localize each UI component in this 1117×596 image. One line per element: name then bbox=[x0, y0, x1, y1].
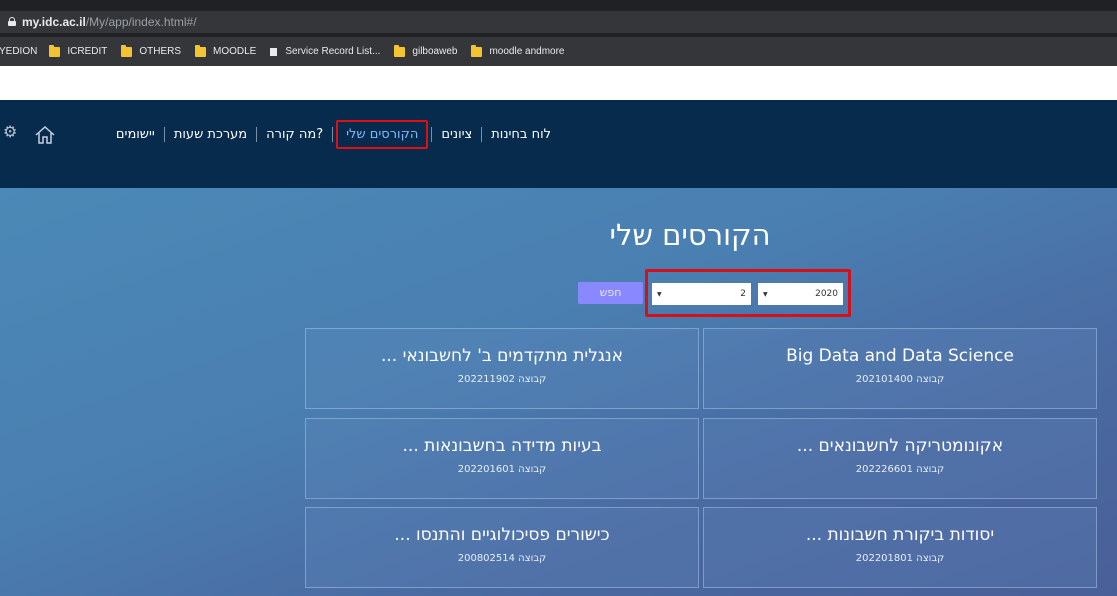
browser-tab-strip bbox=[0, 0, 1117, 8]
semester-value: 2 bbox=[740, 289, 746, 299]
course-card[interactable]: כישורים פסיכולוגיים והתנסו ... קבוצה 200… bbox=[305, 507, 699, 588]
browser-toolbar: my.idc.ac.il/My/app/index.html#/ bbox=[0, 8, 1117, 37]
chevron-down-icon: ▼ bbox=[763, 290, 768, 298]
course-card[interactable]: יסודות ביקורת חשבונות ... קבוצה 20220180… bbox=[703, 507, 1097, 588]
nav-separator bbox=[256, 126, 258, 142]
nav-grades[interactable]: ציונים bbox=[435, 123, 478, 146]
url-host: my.idc.ac.il bbox=[22, 15, 86, 29]
bookmark-label: MOODLE bbox=[213, 46, 257, 57]
folder-icon bbox=[49, 44, 61, 57]
nav-timetable[interactable]: מערכת שעות bbox=[168, 123, 253, 146]
course-name: יסודות ביקורת חשבונות ... bbox=[805, 525, 995, 545]
bookmark-moodle-andmore[interactable]: moodle andmore bbox=[471, 44, 565, 57]
bookmark-label: YEDION bbox=[0, 46, 38, 57]
bookmark-service-record[interactable]: Service Record List... bbox=[270, 46, 380, 57]
folder-icon bbox=[121, 44, 133, 57]
course-group: קבוצה 202226601 bbox=[855, 464, 945, 475]
bookmark-label: OTHERS bbox=[139, 46, 182, 57]
course-group: קבוצה 200802514 bbox=[457, 553, 547, 564]
course-card[interactable]: אקונומטריקה לחשבונאים ... קבוצה 20222660… bbox=[703, 418, 1097, 499]
lock-icon bbox=[8, 17, 16, 26]
url-path: /My/app/index.html#/ bbox=[85, 15, 197, 29]
nav-whats-up[interactable]: מה קורה? bbox=[260, 123, 329, 146]
nav-separator bbox=[163, 126, 165, 142]
folder-icon bbox=[394, 44, 406, 57]
bookmark-label: gilboaweb bbox=[412, 46, 458, 57]
course-card[interactable]: בעיות מדידה בחשבונאות ... קבוצה 20220160… bbox=[305, 418, 699, 499]
bookmark-others[interactable]: OTHERS bbox=[121, 44, 182, 57]
gear-icon[interactable]: ⚙ bbox=[3, 123, 19, 141]
bookmark-yedion[interactable]: YEDION bbox=[0, 46, 37, 57]
course-name: כישורים פסיכולוגיים והתנסו ... bbox=[394, 525, 610, 545]
page-icon bbox=[270, 47, 278, 56]
course-group: קבוצה 202101400 bbox=[855, 374, 945, 385]
page-title: הקורסים שלי bbox=[609, 218, 771, 252]
bookmark-gilboaweb[interactable]: gilboaweb bbox=[394, 44, 458, 57]
bookmark-label: Service Record List... bbox=[285, 46, 381, 57]
course-name: Big Data and Data Science bbox=[786, 346, 1014, 366]
bookmark-label: moodle andmore bbox=[489, 46, 565, 57]
course-name: אנגלית מתקדמים ב' לחשבונאי ... bbox=[380, 346, 624, 366]
year-select[interactable]: ▼ 2020 bbox=[758, 283, 843, 305]
course-group: קבוצה 202201801 bbox=[855, 553, 945, 564]
bookmark-label: ICREDIT bbox=[67, 46, 108, 57]
course-card[interactable]: Big Data and Data Science קבוצה 20210140… bbox=[703, 328, 1097, 409]
page-top-spacer bbox=[0, 66, 1117, 100]
nav-apps[interactable]: יישומים bbox=[110, 123, 161, 146]
nav-separator bbox=[332, 126, 334, 142]
bookmark-icredit[interactable]: ICREDIT bbox=[49, 44, 108, 57]
course-name: אקונומטריקה לחשבונאים ... bbox=[796, 436, 1004, 456]
course-group: קבוצה 202201601 bbox=[457, 464, 547, 475]
chevron-down-icon: ▼ bbox=[657, 290, 662, 298]
course-name: בעיות מדידה בחשבונאות ... bbox=[402, 436, 602, 456]
nav-exam-board[interactable]: לוח בחינות bbox=[485, 123, 557, 146]
course-card[interactable]: אנגלית מתקדמים ב' לחשבונאי ... קבוצה 202… bbox=[305, 328, 699, 409]
home-icon[interactable] bbox=[34, 125, 56, 145]
bookmark-moodle[interactable]: MOODLE bbox=[195, 44, 257, 57]
course-group: קבוצה 202211902 bbox=[457, 374, 547, 385]
folder-icon bbox=[195, 44, 207, 57]
search-button[interactable]: חפש bbox=[578, 282, 643, 304]
nav-my-courses[interactable]: הקורסים שלי bbox=[336, 119, 429, 149]
nav-separator bbox=[481, 126, 483, 142]
semester-select[interactable]: ▼ 2 bbox=[652, 283, 751, 305]
folder-icon bbox=[471, 44, 483, 57]
address-bar[interactable]: my.idc.ac.il/My/app/index.html#/ bbox=[0, 11, 1117, 33]
bookmarks-bar: YEDION ICREDIT OTHERS MOODLE Service Rec… bbox=[0, 37, 1117, 66]
nav-links: לוח בחינות ציונים הקורסים שלי מה קורה? מ… bbox=[110, 119, 557, 149]
nav-separator bbox=[431, 126, 433, 142]
year-value: 2020 bbox=[815, 289, 838, 299]
